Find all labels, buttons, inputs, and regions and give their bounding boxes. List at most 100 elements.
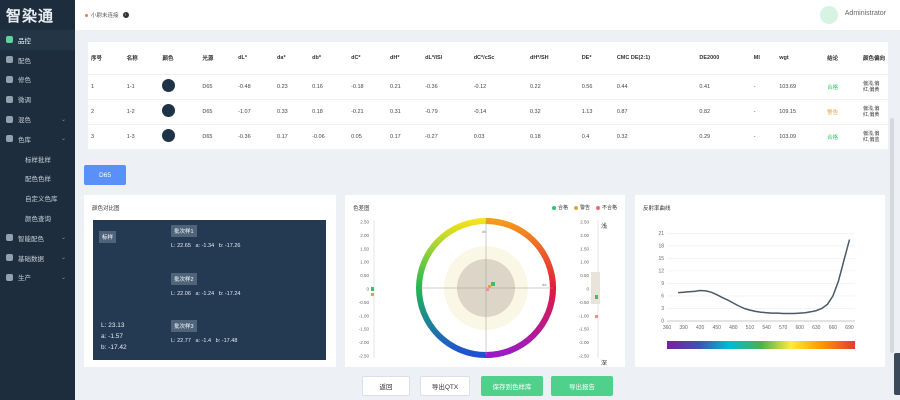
table-cell: 偏浅,偏红,偏蓝: [859, 123, 888, 149]
scale-tick-label: 0: [586, 287, 589, 292]
chevron-down-icon: ⌄: [60, 255, 66, 262]
column-header: db*: [312, 54, 322, 61]
y-tick-label: 9: [661, 281, 664, 287]
axis-right-label: da: [542, 282, 547, 287]
chevron-down-icon: ⌄: [60, 136, 66, 143]
sidebar-item-label: 智能配色: [18, 235, 44, 243]
chevron-down-icon: ⌄: [60, 235, 66, 242]
scale-tick-label: -1.00: [579, 313, 590, 318]
table-cell: -0.36: [235, 123, 275, 149]
scale-tick-label: 2.50: [580, 220, 589, 225]
sidebar-subitem-9[interactable]: 颜色查询: [0, 208, 75, 228]
sidebar-item-12[interactable]: 生产 ⌄: [0, 268, 75, 288]
sidebar-item-11[interactable]: 基础数据 ⌄: [0, 248, 75, 268]
column-header: DE2000: [699, 54, 720, 61]
column-header: dL*/lSl: [425, 54, 443, 61]
sidebar: 智染通 品控 配色 修色 微调 混色 ⌄ 色库 ⌄ 标样批样 配色色样 自定义色库 颜色查询 智能配色 ⌄…: [0, 0, 75, 400]
export-qtx-button[interactable]: 导出QTX: [420, 376, 470, 396]
save-to-library-button[interactable]: 保存到色样库: [481, 376, 543, 396]
table-cell: -0.27: [422, 123, 471, 149]
sidebar-item-label: 配色色样: [25, 176, 51, 184]
column-header: 名称: [126, 55, 138, 62]
scrollbar[interactable]: [890, 118, 894, 353]
table-cell: 1-3: [123, 123, 160, 149]
y-tick-label: 12: [658, 268, 664, 274]
color-diff-panel: 色差图 合格 警告 不合格 2.50 2.00 1.50 1.00 0.50 0 -0.50 -1…: [345, 195, 625, 367]
header: 小尉未连接 ! Administrator: [75, 0, 900, 30]
table-cell: 103.69: [776, 73, 825, 99]
scale-tick-label: 1.00: [580, 260, 589, 265]
user-name[interactable]: Administrator: [845, 10, 886, 17]
table-cell: [159, 98, 200, 124]
reflectance-series-line: [678, 239, 851, 315]
avatar[interactable]: [820, 6, 838, 24]
table-row[interactable]: 2 1-2 D65 -1.07 0.33 0.18 -0.21 0.31 -0.79 -0.14 0…: [88, 98, 888, 124]
sidebar-item-4[interactable]: 混色 ⌄: [0, 109, 75, 129]
export-report-button[interactable]: 导出报告: [551, 376, 613, 396]
table-cell: -: [750, 98, 777, 124]
info-icon[interactable]: !: [122, 12, 129, 18]
scale-tick-label: 0.50: [360, 273, 369, 278]
table-cell: D65: [199, 98, 236, 124]
table-cell: 偏浅,偏红,偏黄: [859, 98, 888, 124]
sidebar-subitem-7[interactable]: 配色色样: [0, 169, 75, 189]
x-tick-label: 420: [696, 325, 705, 331]
batch-values-3: L: 22.77 a: -1.4 b: -17.48: [171, 338, 238, 344]
tune-icon: [6, 95, 13, 103]
x-tick-label: 540: [762, 325, 771, 331]
scale-tick-label: -0.50: [359, 300, 370, 305]
table-cell: 1-2: [123, 98, 160, 124]
table-cell: 0.31: [387, 98, 423, 124]
y-tick-label: 21: [658, 231, 664, 237]
table-cell: 0.87: [613, 98, 697, 124]
table-cell: 0.56: [578, 73, 614, 99]
table-cell: 1.13: [578, 98, 614, 124]
sidebar-item-1[interactable]: 配色: [0, 50, 75, 70]
column-header: dH*: [390, 54, 400, 61]
table-cell: 0.16: [309, 73, 349, 99]
sidebar-item-label: 品控: [18, 37, 31, 45]
table-cell: 3: [88, 123, 124, 149]
table-cell: 0.41: [696, 73, 751, 99]
batch-chip-1: 批次样1: [171, 225, 197, 237]
sidebar-item-0[interactable]: 品控: [0, 30, 75, 50]
side-widget[interactable]: [894, 353, 900, 395]
table-cell: [159, 123, 200, 149]
tab-d65[interactable]: D65: [84, 165, 126, 185]
status-dot: [85, 13, 88, 17]
y-tick-label: 0: [661, 319, 664, 325]
back-button[interactable]: 返回: [362, 376, 410, 396]
sidebar-subitem-6[interactable]: 标样批样: [0, 149, 75, 169]
sidebar-item-label: 标样批样: [25, 156, 51, 164]
sidebar-item-10[interactable]: 智能配色 ⌄: [0, 228, 75, 248]
sidebar-item-3[interactable]: 微调: [0, 89, 75, 109]
x-tick-label: 690: [845, 325, 854, 331]
sidebar-item-2[interactable]: 修色: [0, 70, 75, 90]
sidebar-item-5[interactable]: 色库 ⌄: [0, 129, 75, 149]
column-header: MI: [753, 54, 760, 61]
reflectance-panel: 反射率曲线 0 3 6 9 12 15 18 21 360 390 420 450 480 510 540 5…: [635, 195, 885, 367]
spectrum-bar: [667, 341, 855, 349]
table-row[interactable]: 1 1-1 D65 -0.48 0.23 0.16 -0.18 0.21 -0.36 -0.12 0…: [88, 73, 888, 99]
sample-point-2: [488, 285, 491, 288]
mix-icon: [6, 115, 13, 123]
table-cell: 0.18: [526, 123, 579, 149]
table-cell: -0.48: [235, 73, 275, 99]
table-cell: D65: [199, 73, 236, 99]
table-cell: 合格: [824, 123, 860, 149]
table-cell: -0.06: [309, 123, 349, 149]
table-cell: 103.09: [776, 123, 825, 149]
table-cell: 0.18: [309, 98, 349, 124]
right-scale-marker-warn: [595, 315, 598, 318]
sidebar-item-label: 颜色查询: [25, 216, 51, 224]
column-header: dL*: [238, 54, 247, 61]
x-tick-label: 570: [779, 325, 788, 331]
table-row[interactable]: 3 1-3 D65 -0.36 0.17 -0.06 0.05 0.17 -0.27 0.03 0.…: [88, 123, 888, 149]
table-cell: 0.23: [274, 73, 310, 99]
table-cell: -0.18: [348, 73, 388, 99]
sidebar-subitem-8[interactable]: 自定义色库: [0, 188, 75, 208]
column-header: dC*: [351, 54, 361, 61]
dark-label: 深: [601, 359, 607, 367]
x-tick-label: 630: [812, 325, 821, 331]
table-cell: 偏浅,偏红,偏黄: [859, 73, 888, 99]
